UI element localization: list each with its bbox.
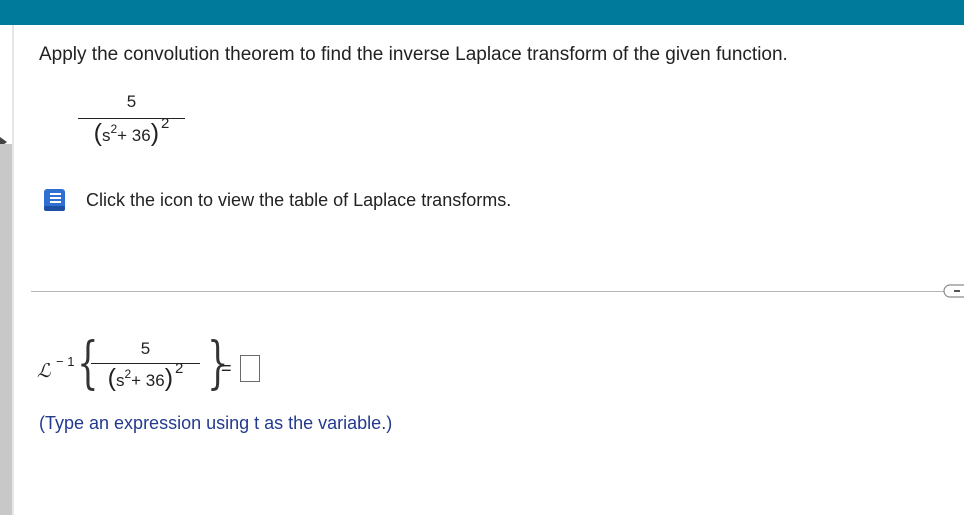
inverse-exponent: − 1 xyxy=(56,354,75,369)
equals-sign: = xyxy=(221,358,232,378)
given-numerator: 5 xyxy=(126,92,137,111)
answer-input[interactable] xyxy=(240,355,260,382)
given-denominator-constant: + 36 xyxy=(117,126,151,146)
given-function: 5 ( s 2 + 36 ) 2 xyxy=(78,92,185,146)
more-options-handle-icon[interactable] xyxy=(942,284,964,298)
left-scrollbar[interactable] xyxy=(0,144,12,515)
answer-denominator-outer-exponent: 2 xyxy=(175,360,184,378)
given-denominator: ( s 2 + 36 ) 2 xyxy=(93,115,170,148)
section-divider xyxy=(31,291,951,292)
answer-denominator-base: s xyxy=(115,371,125,391)
answer-numerator: 5 xyxy=(140,339,151,358)
question-instruction: Apply the convolution theorem to find th… xyxy=(39,44,788,65)
answer-function: 5 ( s 2 + 36 ) 2 xyxy=(91,339,200,391)
answer-hint: (Type an expression using t as the varia… xyxy=(39,413,393,433)
laplace-table-link[interactable]: Click the icon to view the table of Lapl… xyxy=(43,188,511,212)
answer-denominator-constant: + 36 xyxy=(131,371,165,391)
answer-denominator: ( s 2 + 36 ) 2 xyxy=(107,360,184,393)
laplace-table-link-text[interactable]: Click the icon to view the table of Lapl… xyxy=(86,190,511,211)
book-icon[interactable] xyxy=(43,188,67,212)
given-denominator-outer-exponent: 2 xyxy=(161,115,170,133)
top-header-bar xyxy=(0,0,964,25)
given-denominator-base-exponent: 2 xyxy=(110,122,118,137)
given-denominator-base: s xyxy=(101,126,111,146)
laplace-operator: ℒ xyxy=(37,360,51,382)
answer-denominator-base-exponent: 2 xyxy=(124,367,132,382)
content-left-border xyxy=(12,25,14,515)
